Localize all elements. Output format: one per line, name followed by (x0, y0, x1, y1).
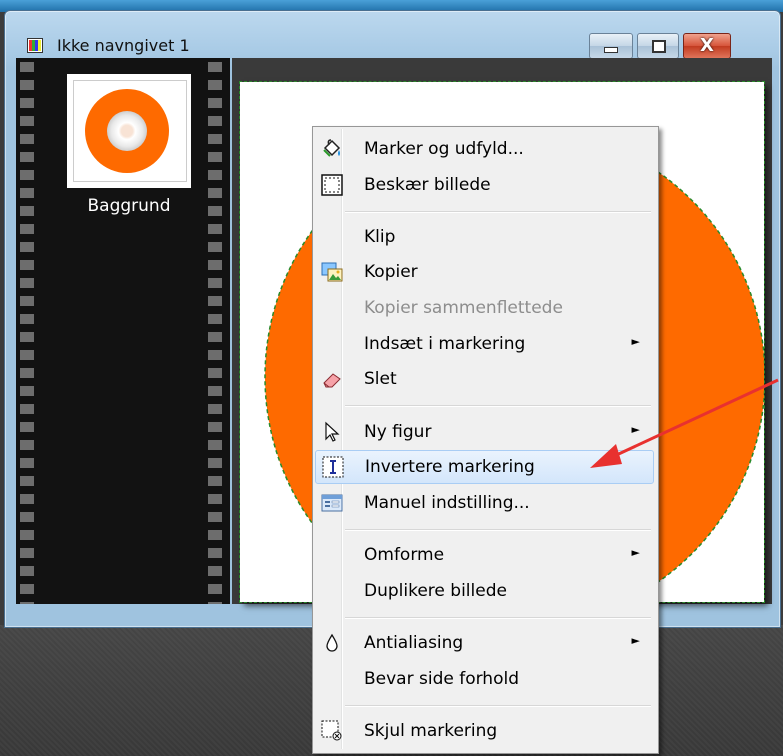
layer-name[interactable]: Baggrund (67, 196, 191, 216)
menu-item-label: Antialiasing (364, 633, 464, 653)
submenu-arrow-icon: ► (631, 634, 640, 647)
thumbnail-orange-circle (85, 89, 169, 173)
context-menu: Marker og udfyld... Beskær billede Klip … (312, 126, 659, 754)
cursor-icon (325, 421, 340, 442)
menu-item-keep-aspect-ratio[interactable]: Bevar side forhold (315, 663, 654, 695)
dialog-icon (321, 494, 343, 512)
layer-thumbnail[interactable] (67, 74, 191, 188)
film-perforation-right (208, 58, 222, 604)
layers-filmstrip: Baggrund (16, 58, 230, 604)
menu-item-label: Manuel indstilling... (364, 493, 530, 513)
eraser-icon (323, 373, 341, 388)
menu-item-hide-selection[interactable]: Skjul markering (315, 715, 654, 747)
menu-separator (345, 705, 651, 707)
menu-item-label: Kopier sammenflettede (364, 298, 563, 318)
menu-item-label: Bevar side forhold (364, 669, 519, 689)
rose-image (107, 111, 147, 151)
menu-item-copy-merged[interactable]: Kopier sammenflettede (315, 292, 654, 324)
menu-item-cut[interactable]: Klip (315, 221, 654, 253)
image-document-icon (27, 38, 43, 53)
menu-item-label: Invertere markering (365, 457, 535, 477)
close-button[interactable]: X (683, 33, 731, 59)
menu-separator (345, 211, 651, 213)
submenu-arrow-icon: ► (631, 423, 640, 436)
menu-item-label: Duplikere billede (364, 581, 507, 601)
menu-item-label: Slet (364, 369, 397, 389)
menu-item-label: Beskær billede (364, 175, 491, 195)
menu-item-label: Kopier (364, 262, 418, 282)
crop-icon (321, 174, 343, 196)
menu-separator (345, 405, 651, 407)
drop-icon (326, 633, 338, 652)
menu-item-paste-into-selection[interactable]: Indsæt i markering ► (315, 328, 654, 360)
menu-item-antialiasing[interactable]: Antialiasing ► (315, 627, 654, 659)
hide-selection-icon (321, 720, 342, 741)
menu-item-delete[interactable]: Slet (315, 363, 654, 395)
menu-item-label: Klip (364, 227, 396, 247)
thumbnail-frame (73, 80, 187, 182)
film-perforation-left (20, 58, 34, 604)
menu-item-invert-selection[interactable]: Invertere markering (315, 450, 654, 484)
copy-image-icon (321, 262, 343, 282)
menu-item-label: Skjul markering (364, 721, 498, 741)
maximize-icon (652, 40, 666, 53)
minimize-icon (604, 47, 618, 53)
menu-item-mark-and-fill[interactable]: Marker og udfyld... (315, 133, 654, 165)
menu-item-copy[interactable]: Kopier (315, 256, 654, 288)
window-titlebar[interactable]: Ikke navngivet 1 X (5, 11, 780, 63)
window-title: Ikke navngivet 1 (57, 36, 190, 55)
menu-item-transform[interactable]: Omforme ► (315, 539, 654, 571)
menu-item-label: Marker og udfyld... (364, 139, 524, 159)
fill-bucket-icon (323, 139, 341, 157)
menu-separator (345, 617, 651, 619)
menu-separator (345, 529, 651, 531)
menu-item-crop[interactable]: Beskær billede (315, 169, 654, 201)
menu-item-manual-setting[interactable]: Manuel indstilling... (315, 487, 654, 519)
close-icon: X (700, 35, 714, 56)
submenu-arrow-icon: ► (631, 335, 640, 348)
submenu-arrow-icon: ► (631, 546, 640, 559)
menu-item-duplicate-image[interactable]: Duplikere billede (315, 575, 654, 607)
menu-item-label: Omforme (364, 545, 445, 565)
menu-item-label: Ny figur (364, 422, 432, 442)
menu-item-label: Indsæt i markering (364, 334, 526, 354)
minimize-button[interactable] (589, 33, 633, 59)
menu-item-new-shape[interactable]: Ny figur ► (315, 416, 654, 448)
maximize-button[interactable] (637, 33, 679, 59)
invert-selection-icon (322, 456, 344, 478)
